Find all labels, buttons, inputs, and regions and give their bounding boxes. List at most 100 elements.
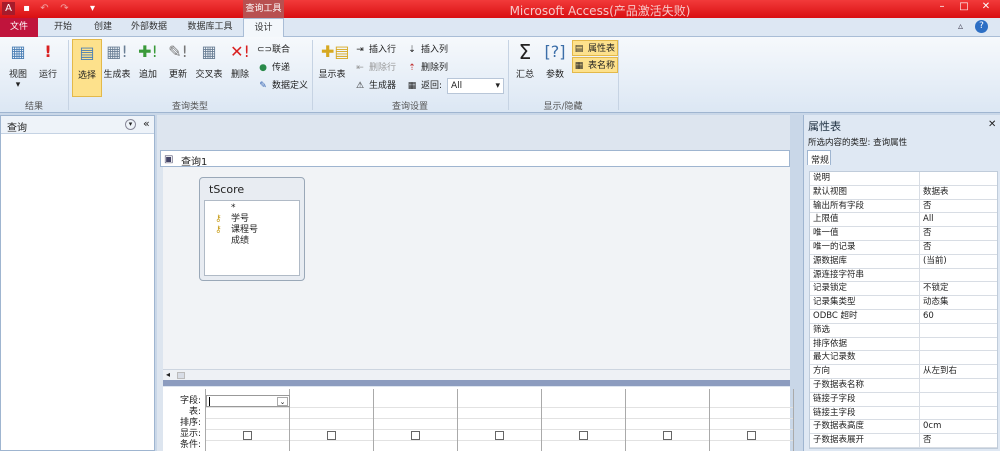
property-value[interactable]	[920, 351, 923, 364]
property-value[interactable]	[920, 172, 923, 185]
table-names-button[interactable]: ▦ 表名称	[572, 57, 619, 73]
tab-file[interactable]: 文件	[0, 18, 38, 37]
append-button[interactable]: ✚! 追加	[134, 41, 162, 80]
field-select[interactable]: ⌄	[206, 395, 290, 407]
property-value[interactable]: 60	[920, 310, 934, 323]
make-table-button[interactable]: ▦! 生成表	[102, 41, 132, 80]
crosstab-button[interactable]: ▦ 交叉表	[193, 41, 225, 80]
delete-rows-button[interactable]: ⇤ 删除行	[354, 60, 396, 76]
totals-button[interactable]: Σ 汇总	[512, 41, 538, 80]
nav-menu-chevron-icon[interactable]: ▾	[125, 119, 136, 130]
property-row[interactable]: ODBC 超时 60	[810, 309, 997, 324]
property-value[interactable]: 不锁定	[920, 282, 949, 295]
property-row[interactable]: 子数据表展开否	[810, 434, 997, 448]
property-row[interactable]: 唯一的记录否	[810, 240, 997, 255]
maximize-button[interactable]: □	[954, 1, 974, 15]
show-checkbox[interactable]	[495, 431, 504, 440]
table-field-list[interactable]: tScore * ⚷ 学号 ⚷ 课程号 成绩	[199, 177, 305, 281]
run-button[interactable]: ! 运行	[34, 41, 62, 80]
pane-splitter[interactable]	[163, 380, 790, 386]
property-row[interactable]: 说明	[810, 172, 997, 186]
property-value[interactable]	[920, 407, 923, 420]
close-icon[interactable]: ✕	[988, 119, 996, 130]
property-value[interactable]: All	[920, 213, 934, 226]
show-checkbox[interactable]	[747, 431, 756, 440]
property-value[interactable]: 否	[920, 241, 932, 254]
show-table-button[interactable]: ✚▤ 显示表	[315, 41, 349, 80]
property-value[interactable]: 否	[920, 227, 932, 240]
undo-icon[interactable]: ↶	[38, 2, 51, 15]
tab-external-data[interactable]: 外部数据	[124, 18, 174, 37]
property-row[interactable]: 记录锁定 不锁定	[810, 282, 997, 297]
chevron-down-icon[interactable]: ⌄	[277, 397, 288, 406]
field-student-id[interactable]: ⚷ 学号	[205, 214, 299, 225]
union-button[interactable]: ⊂⊃联合	[257, 42, 290, 58]
property-row[interactable]: 源连接字符串	[810, 268, 997, 283]
grid-column[interactable]	[542, 389, 626, 451]
query-tab[interactable]: 查询1	[181, 153, 207, 168]
grid-column[interactable]	[458, 389, 542, 451]
show-checkbox[interactable]	[327, 431, 336, 440]
property-value[interactable]: 否	[920, 200, 932, 213]
property-value[interactable]: 0cm	[920, 420, 941, 433]
property-value[interactable]: 动态集	[920, 296, 949, 309]
insert-rows-button[interactable]: ⇥ 插入行	[354, 42, 396, 58]
show-checkbox[interactable]	[411, 431, 420, 440]
property-row[interactable]: 链接子字段	[810, 392, 997, 407]
field-course-id[interactable]: ⚷ 课程号	[205, 225, 299, 236]
property-value[interactable]	[920, 379, 923, 392]
property-row[interactable]: 唯一值否	[810, 227, 997, 241]
show-checkbox[interactable]	[243, 431, 252, 440]
property-row[interactable]: 默认视图 数据表	[810, 185, 997, 200]
tab-create[interactable]: 创建	[88, 18, 118, 37]
update-button[interactable]: ✎! 更新	[164, 41, 192, 80]
grid-column[interactable]	[374, 389, 458, 451]
view-button[interactable]: ▦ 视图 ▾	[3, 41, 33, 90]
field-all[interactable]: *	[205, 203, 299, 214]
property-row[interactable]: 上限值 All	[810, 213, 997, 228]
save-icon[interactable]: ▪	[20, 2, 33, 15]
show-checkbox[interactable]	[579, 431, 588, 440]
help-icon[interactable]: ?	[975, 20, 988, 33]
property-value[interactable]	[920, 393, 923, 406]
grid-column[interactable]	[290, 389, 374, 451]
property-row[interactable]: 子数据表名称	[810, 378, 997, 393]
property-row[interactable]: 方向 从左到右	[810, 365, 997, 379]
property-row[interactable]: 筛选	[810, 323, 997, 338]
horizontal-scrollbar[interactable]: ◂	[163, 369, 790, 380]
customize-toolbar-icon[interactable]: ▾	[86, 2, 99, 15]
close-button[interactable]: ✕	[976, 1, 996, 15]
shutter-bar-close-icon[interactable]: «	[143, 117, 150, 130]
grid-column[interactable]	[710, 389, 794, 451]
parameters-button[interactable]: [?] 参数	[541, 41, 569, 80]
tab-general[interactable]: 常规	[807, 150, 831, 166]
tab-home[interactable]: 开始	[48, 18, 78, 37]
redo-icon[interactable]: ↷	[58, 2, 71, 15]
scroll-left-icon[interactable]: ◂	[166, 370, 170, 379]
property-value[interactable]: 从左到右	[920, 365, 957, 378]
property-row[interactable]: 最大记录数	[810, 351, 997, 366]
property-row[interactable]: 链接主字段	[810, 406, 997, 421]
property-row[interactable]: 子数据表高度 0cm	[810, 420, 997, 435]
property-value[interactable]: (当前)	[920, 255, 947, 268]
delete-columns-button[interactable]: ⇡ 删除列	[406, 60, 448, 76]
property-value[interactable]	[920, 324, 923, 337]
property-value[interactable]: 数据表	[920, 186, 949, 199]
return-select[interactable]: All ▾	[447, 78, 504, 94]
delete-query-button[interactable]: ✕! 删除	[226, 41, 254, 80]
property-row[interactable]: 源数据库 (当前)	[810, 254, 997, 269]
property-sheet-button[interactable]: ▤ 属性表	[572, 40, 619, 56]
scroll-thumb[interactable]	[177, 372, 185, 379]
property-value[interactable]	[920, 269, 923, 282]
property-value[interactable]	[920, 338, 923, 351]
property-row[interactable]: 记录集类型 动态集	[810, 296, 997, 310]
data-definition-button[interactable]: ✎ 数据定义	[257, 78, 308, 94]
field-score[interactable]: 成绩	[205, 236, 299, 247]
show-checkbox[interactable]	[663, 431, 672, 440]
collapse-ribbon-icon[interactable]: ▵	[958, 21, 963, 32]
insert-columns-button[interactable]: ⇣ 插入列	[406, 42, 448, 58]
minimize-button[interactable]: –	[932, 1, 952, 15]
tab-database-tools[interactable]: 数据库工具	[180, 18, 240, 37]
grid-column[interactable]: ⌄	[206, 389, 290, 451]
property-row[interactable]: 排序依据	[810, 337, 997, 352]
